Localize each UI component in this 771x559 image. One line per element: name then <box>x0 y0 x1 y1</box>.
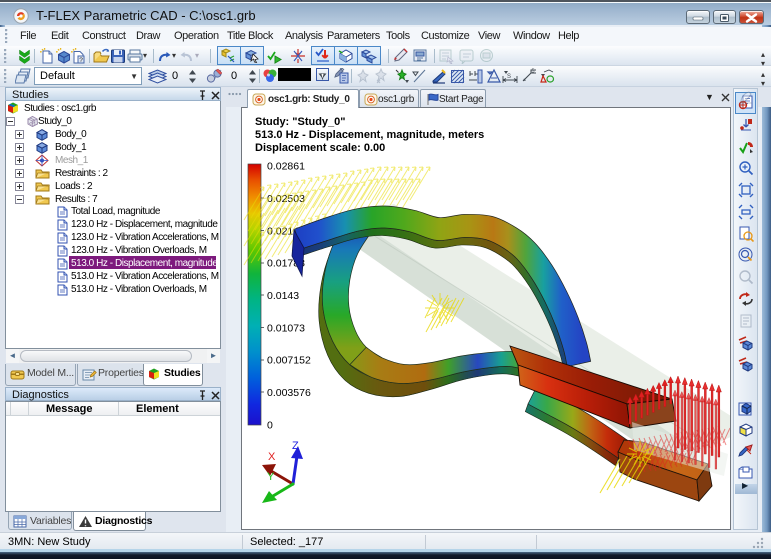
svg-text:Displacement scale: 0.00: Displacement scale: 0.00 <box>255 142 385 154</box>
svg-text:0.02861: 0.02861 <box>267 161 305 173</box>
svg-text:Z: Z <box>292 440 299 452</box>
svg-text:5: 5 <box>532 69 535 75</box>
svg-text:Study: "Study_0": Study: "Study_0" <box>255 116 346 128</box>
svg-text:0.007152: 0.007152 <box>267 355 311 367</box>
svg-text:0.003576: 0.003576 <box>267 387 311 399</box>
svg-text:Y: Y <box>267 471 275 483</box>
svg-text:?: ? <box>79 57 83 64</box>
svg-text:0: 0 <box>267 420 273 432</box>
svg-text:0.0143: 0.0143 <box>267 290 299 302</box>
svg-text:513.0 Hz - Displacement, magni: 513.0 Hz - Displacement, magnitude, mete… <box>255 129 484 141</box>
svg-text:X: X <box>268 451 276 463</box>
svg-text:0.01073: 0.01073 <box>267 323 305 335</box>
svg-text:S: S <box>507 74 511 80</box>
